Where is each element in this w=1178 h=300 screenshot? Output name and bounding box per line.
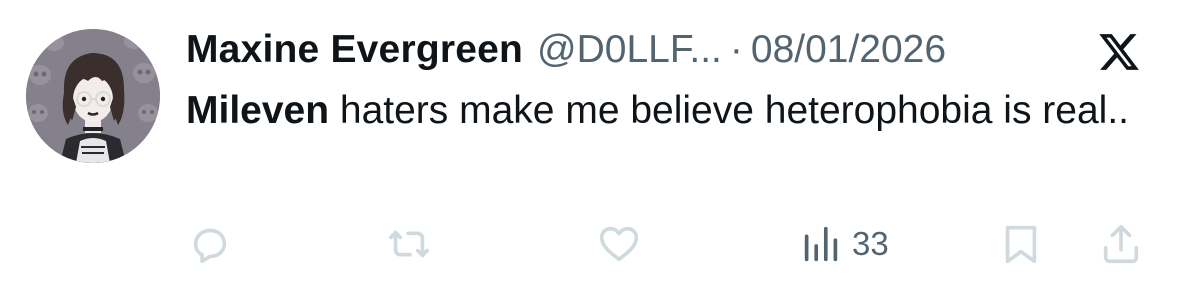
user-handle[interactable]: @D0LLF... <box>537 28 722 72</box>
post-text-mention: Mileven <box>186 89 330 132</box>
post-text-body: haters make me believe heterophobia is r… <box>329 89 1130 132</box>
views-button[interactable]: 33 <box>798 218 889 270</box>
post-date[interactable]: 08/01/2026 <box>751 28 946 72</box>
display-name[interactable]: Maxine Evergreen <box>186 28 523 72</box>
bookmark-icon <box>1005 225 1037 264</box>
post-header: Maxine Evergreen @D0LLF... · 08/01/2026 <box>186 26 946 74</box>
reply-button[interactable] <box>186 218 232 270</box>
share-icon <box>1103 224 1139 264</box>
repost-button[interactable] <box>386 218 432 270</box>
repost-icon <box>388 230 430 258</box>
action-bar: 33 <box>0 218 1178 270</box>
avatar[interactable] <box>26 29 160 163</box>
separator-dot: · <box>729 28 743 71</box>
share-button[interactable] <box>1098 218 1144 270</box>
x-logo-icon[interactable] <box>1096 30 1142 74</box>
bookmark-button[interactable] <box>998 218 1044 270</box>
avatar-illustration <box>26 29 160 163</box>
heart-icon <box>599 226 639 262</box>
views-count: 33 <box>852 225 889 262</box>
post-text: Mileven haters make me believe heteropho… <box>186 86 1146 136</box>
like-button[interactable] <box>596 218 642 270</box>
reply-icon <box>193 228 227 264</box>
views-chart-icon <box>804 226 838 262</box>
